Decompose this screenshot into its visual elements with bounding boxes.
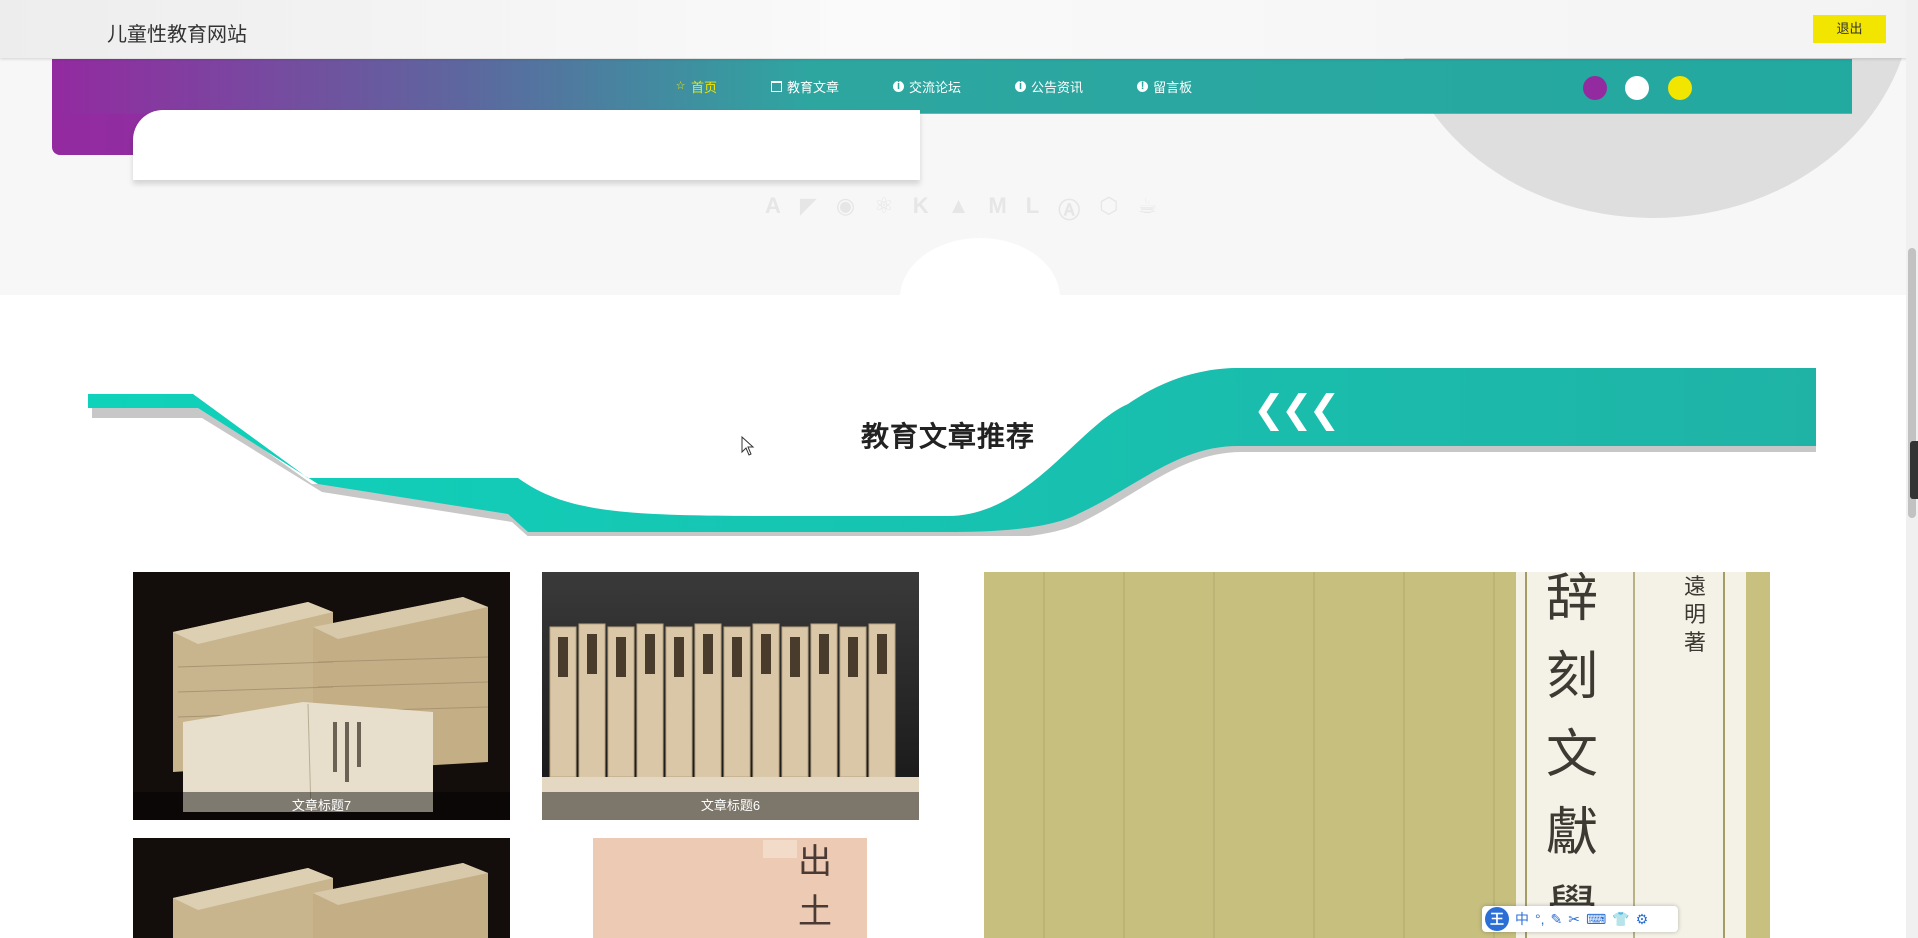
section-title: 教育文章推荐 (861, 421, 1036, 452)
css3-icon: ⬡ (1099, 193, 1119, 218)
theme-yellow-button[interactable] (1668, 76, 1692, 100)
stacked-books-image (133, 838, 510, 938)
laravel-icon: L (1025, 193, 1040, 218)
site-title[interactable]: 儿童性教育网站 (107, 18, 247, 47)
java-icon: ☕ (1137, 193, 1158, 218)
svg-text:土: 土 (798, 892, 832, 932)
android-icon: ◉ (835, 193, 856, 218)
book-spines-image (542, 572, 919, 820)
ime-chinese-mode-icon[interactable]: 中 (1515, 909, 1529, 929)
featured-vertical-title: 辞刻文獻學 (1546, 572, 1599, 938)
hero-decor-scallop (900, 238, 1060, 295)
ime-pen-icon[interactable]: ✎ (1551, 911, 1563, 928)
ime-settings-icon[interactable]: ⚙ (1636, 911, 1649, 928)
featured-vertical-author: 遠明 著 (1684, 575, 1707, 656)
svg-text:出: 出 (798, 842, 832, 882)
pink-cover-image: 出 土 (593, 838, 867, 938)
swift-icon: ◤ (799, 193, 817, 218)
nav-item-label: 公告资讯 (1031, 79, 1084, 95)
nav-item-messages[interactable]: ! 留言板 (1137, 78, 1193, 95)
logout-button[interactable]: 退出 (1813, 15, 1886, 43)
info-icon: ! (1137, 80, 1149, 92)
featured-article-card[interactable]: 辞刻文獻學 遠明 著 (984, 572, 1770, 938)
article-caption: 文章标题6 (542, 792, 919, 820)
article-card[interactable]: 文章标题6 (542, 572, 919, 820)
ime-skin-icon[interactable]: 👕 (1612, 911, 1629, 928)
article-card[interactable]: 出 土 (593, 838, 867, 938)
article-card[interactable]: 文章标题7 (133, 572, 510, 820)
theme-purple-button[interactable] (1583, 76, 1607, 100)
ime-keyboard-icon[interactable]: ⌨ (1586, 911, 1606, 928)
main-nav: ☆ 首页 教育文章 i 交流论坛 i 公告资讯 ! 留言板 (675, 78, 1246, 95)
nav-item-label: 留言板 (1153, 79, 1193, 95)
kotlin-icon: K (912, 193, 929, 218)
nav-item-label: 交流论坛 (909, 79, 962, 95)
home-icon (771, 80, 783, 92)
nav-item-home[interactable]: ☆ 首页 (675, 78, 718, 95)
hero-panel (133, 110, 920, 180)
info-icon: i (893, 80, 905, 92)
ime-toolbar[interactable]: 王 中 °, ✎ ✂ ⌨ 👕 ⚙ (1482, 906, 1678, 932)
nav-item-label: 首页 (691, 79, 718, 95)
nav-item-label: 教育文章 (787, 79, 840, 95)
angular-icon: A (765, 193, 781, 218)
mouse-cursor-icon (741, 436, 755, 456)
nav-item-news[interactable]: i 公告资讯 (1015, 78, 1084, 95)
info-icon: i (1015, 80, 1027, 92)
stacked-books-image (133, 572, 510, 820)
ime-logo-icon[interactable]: 王 (1485, 907, 1509, 931)
chevron-left-icon: ❮❮❮ (1253, 389, 1341, 431)
firebase-icon: ▲ (947, 193, 970, 218)
appstore-icon: Ⓐ (1058, 198, 1081, 223)
side-tab-handle[interactable] (1910, 441, 1918, 499)
top-bar: 儿童性教育网站 退出 (0, 0, 1918, 58)
tech-logo-strip: A ◤ ◉ ⚛ K ▲ M L Ⓐ ⬡ ☕ (765, 193, 1157, 225)
theme-white-button[interactable] (1625, 76, 1649, 100)
nav-item-articles[interactable]: 教育文章 (771, 78, 840, 95)
ime-scissors-icon[interactable]: ✂ (1568, 911, 1580, 928)
react-icon: ⚛ (874, 193, 894, 218)
nav-item-forum[interactable]: i 交流论坛 (893, 78, 962, 95)
book-cover-image (984, 572, 1770, 938)
star-icon: ☆ (675, 79, 686, 92)
article-caption: 文章标题7 (133, 792, 510, 820)
ime-punctuation-icon[interactable]: °, (1535, 911, 1545, 927)
magento-icon: M (988, 193, 1007, 218)
article-card[interactable] (133, 838, 510, 938)
